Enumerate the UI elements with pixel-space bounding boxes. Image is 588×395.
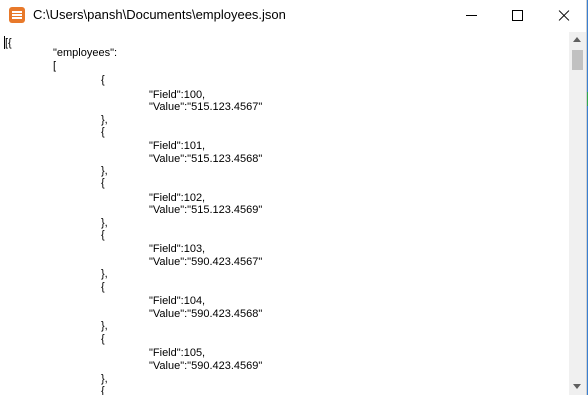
- editor-line: {: [101, 229, 105, 241]
- close-button[interactable]: [540, 0, 586, 32]
- editor-line: "Field":102,: [149, 192, 206, 204]
- notepad-window: C:\Users\pansh\Documents\employees.json …: [0, 0, 587, 395]
- editor-line: {: [101, 126, 105, 138]
- scrollbar-thumb[interactable]: [572, 50, 583, 70]
- title-bar[interactable]: C:\Users\pansh\Documents\employees.json: [0, 0, 586, 32]
- editor-line: "Field":104,: [149, 295, 206, 307]
- editor-line: },: [101, 320, 108, 332]
- editor-line: "employees":: [53, 47, 118, 59]
- editor-line: {: [101, 281, 105, 293]
- editor-line: {: [101, 74, 105, 86]
- editor-line: "Field":105,: [149, 347, 206, 359]
- editor-line: },: [101, 114, 108, 126]
- maximize-button[interactable]: [494, 0, 540, 32]
- editor-line: },: [101, 217, 108, 229]
- editor-line: "Value":"590.423.4567": [149, 256, 263, 268]
- editor-line: {: [101, 333, 105, 345]
- editor-line: },: [101, 268, 108, 280]
- editor-line: [{: [5, 37, 12, 49]
- scroll-up-arrow-icon[interactable]: [573, 37, 581, 42]
- editor-line: [: [53, 60, 57, 72]
- editor-line: },: [101, 165, 108, 177]
- editor-line: "Field":103,: [149, 243, 206, 255]
- notepad-icon[interactable]: [9, 7, 25, 23]
- editor-line: "Field":101,: [149, 140, 206, 152]
- editor-line: },: [101, 373, 108, 385]
- editor-line: "Value":"590.423.4568": [149, 308, 263, 320]
- text-editor-area[interactable]: [{ "employees": [ { "Field":100, "Value"…: [0, 32, 569, 395]
- editor-line: {: [101, 177, 105, 189]
- editor-line: "Value":"515.123.4568": [149, 153, 263, 165]
- editor-line: "Value":"590.423.4569": [149, 360, 263, 372]
- editor-line: {: [101, 385, 105, 395]
- minimize-button[interactable]: [448, 0, 494, 32]
- vertical-scrollbar[interactable]: [569, 32, 586, 395]
- editor-line: "Field":100,: [149, 89, 206, 101]
- window-title: C:\Users\pansh\Documents\employees.json: [33, 7, 286, 22]
- scroll-down-arrow-icon[interactable]: [573, 384, 581, 389]
- editor-line: "Value":"515.123.4567": [149, 101, 263, 113]
- editor-line: "Value":"515.123.4569": [149, 204, 263, 216]
